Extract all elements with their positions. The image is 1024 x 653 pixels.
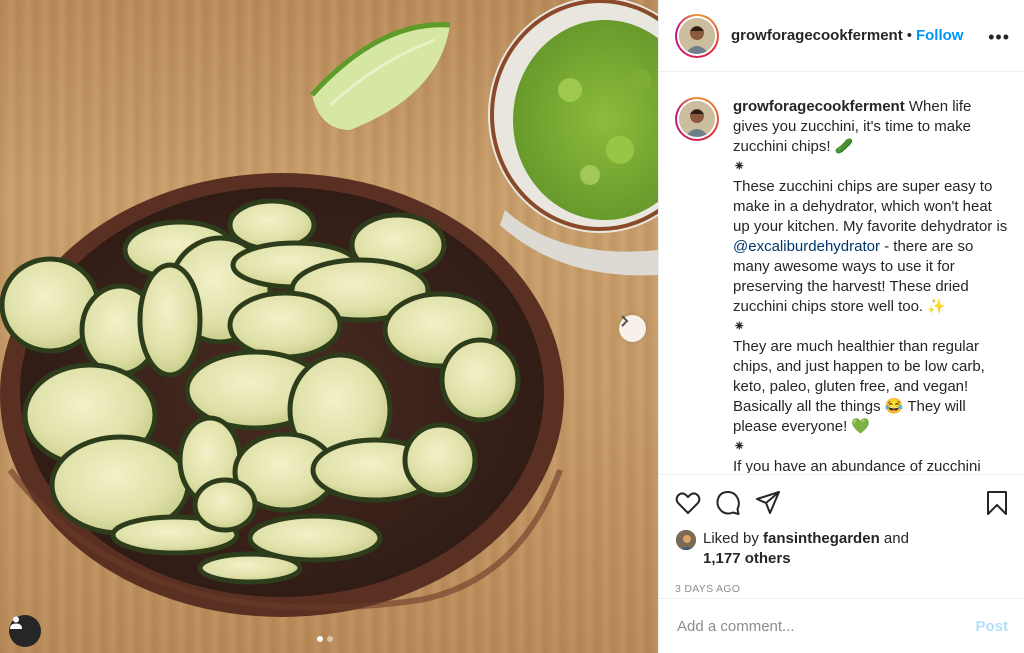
follow-button[interactable]: Follow — [916, 27, 964, 44]
caption-paragraph-3: They are much healthier than regular chi… — [733, 338, 985, 435]
profile-photo — [679, 101, 715, 137]
comment-box: Post — [659, 598, 1024, 653]
liked-by-prefix: Liked by — [703, 530, 759, 547]
carousel-dot — [327, 636, 333, 642]
post-timestamp[interactable]: 3 DAYS AGO — [675, 583, 1008, 595]
post-header: growforagecookferment • Follow ••• — [659, 0, 1024, 72]
comment-input[interactable] — [677, 617, 976, 635]
avatar[interactable] — [675, 13, 719, 58]
post-actions: Liked by fansinthegarden and 1,177 other… — [659, 474, 1024, 595]
caption-paragraph-2-start: These zucchini chips are super easy to m… — [733, 178, 1008, 235]
tagged-users-button[interactable] — [9, 615, 41, 647]
caption-username[interactable]: growforagecookferment — [733, 98, 905, 115]
more-options-icon[interactable]: ••• — [988, 27, 1010, 48]
guacamole-bowl — [488, 0, 658, 276]
header-username[interactable]: growforagecookferment — [731, 27, 903, 44]
separator-dot: • — [906, 27, 912, 44]
likes-summary: Liked by fansinthegarden and 1,177 other… — [675, 529, 1008, 569]
zucchini-chips-image — [0, 0, 658, 617]
caption-area[interactable]: growforagecookferment When life gives yo… — [659, 73, 1024, 473]
post-photo[interactable] — [0, 0, 658, 653]
caption-paragraph-4: If you have an abundance of zucchini — [733, 458, 981, 473]
post-comment-button[interactable]: Post — [975, 618, 1008, 635]
likes-others-count[interactable]: 1,177 others — [703, 550, 791, 567]
caption-separator: ⁕ — [733, 158, 746, 175]
save-button[interactable] — [986, 490, 1008, 516]
carousel-indicator — [317, 636, 333, 642]
caption-separator: ⁕ — [733, 438, 746, 455]
caption-separator: ⁕ — [733, 318, 746, 335]
liker-photo — [676, 530, 696, 550]
liked-by-and: and — [883, 530, 909, 547]
comment-icon — [716, 491, 740, 515]
next-slide-button[interactable] — [619, 315, 646, 342]
carousel-dot-active — [317, 636, 323, 642]
chevron-right-icon — [621, 315, 629, 327]
caption-text: growforagecookferment When life gives yo… — [733, 97, 1008, 473]
comment-button[interactable] — [715, 490, 741, 516]
mention-link[interactable]: @excaliburdehydrator — [733, 238, 880, 255]
profile-photo — [679, 17, 715, 54]
share-icon — [756, 491, 780, 514]
user-tag-icon — [10, 616, 22, 629]
like-button[interactable] — [675, 491, 701, 515]
bookmark-icon — [987, 491, 1007, 515]
caption-avatar[interactable] — [675, 97, 719, 141]
share-button[interactable] — [755, 490, 781, 516]
post-side-panel: growforagecookferment • Follow ••• growf… — [658, 0, 1024, 653]
heart-icon — [675, 492, 701, 515]
lime-wedge — [310, 22, 451, 130]
liker-avatar[interactable] — [675, 529, 697, 551]
liker-username[interactable]: fansinthegarden — [763, 530, 880, 547]
